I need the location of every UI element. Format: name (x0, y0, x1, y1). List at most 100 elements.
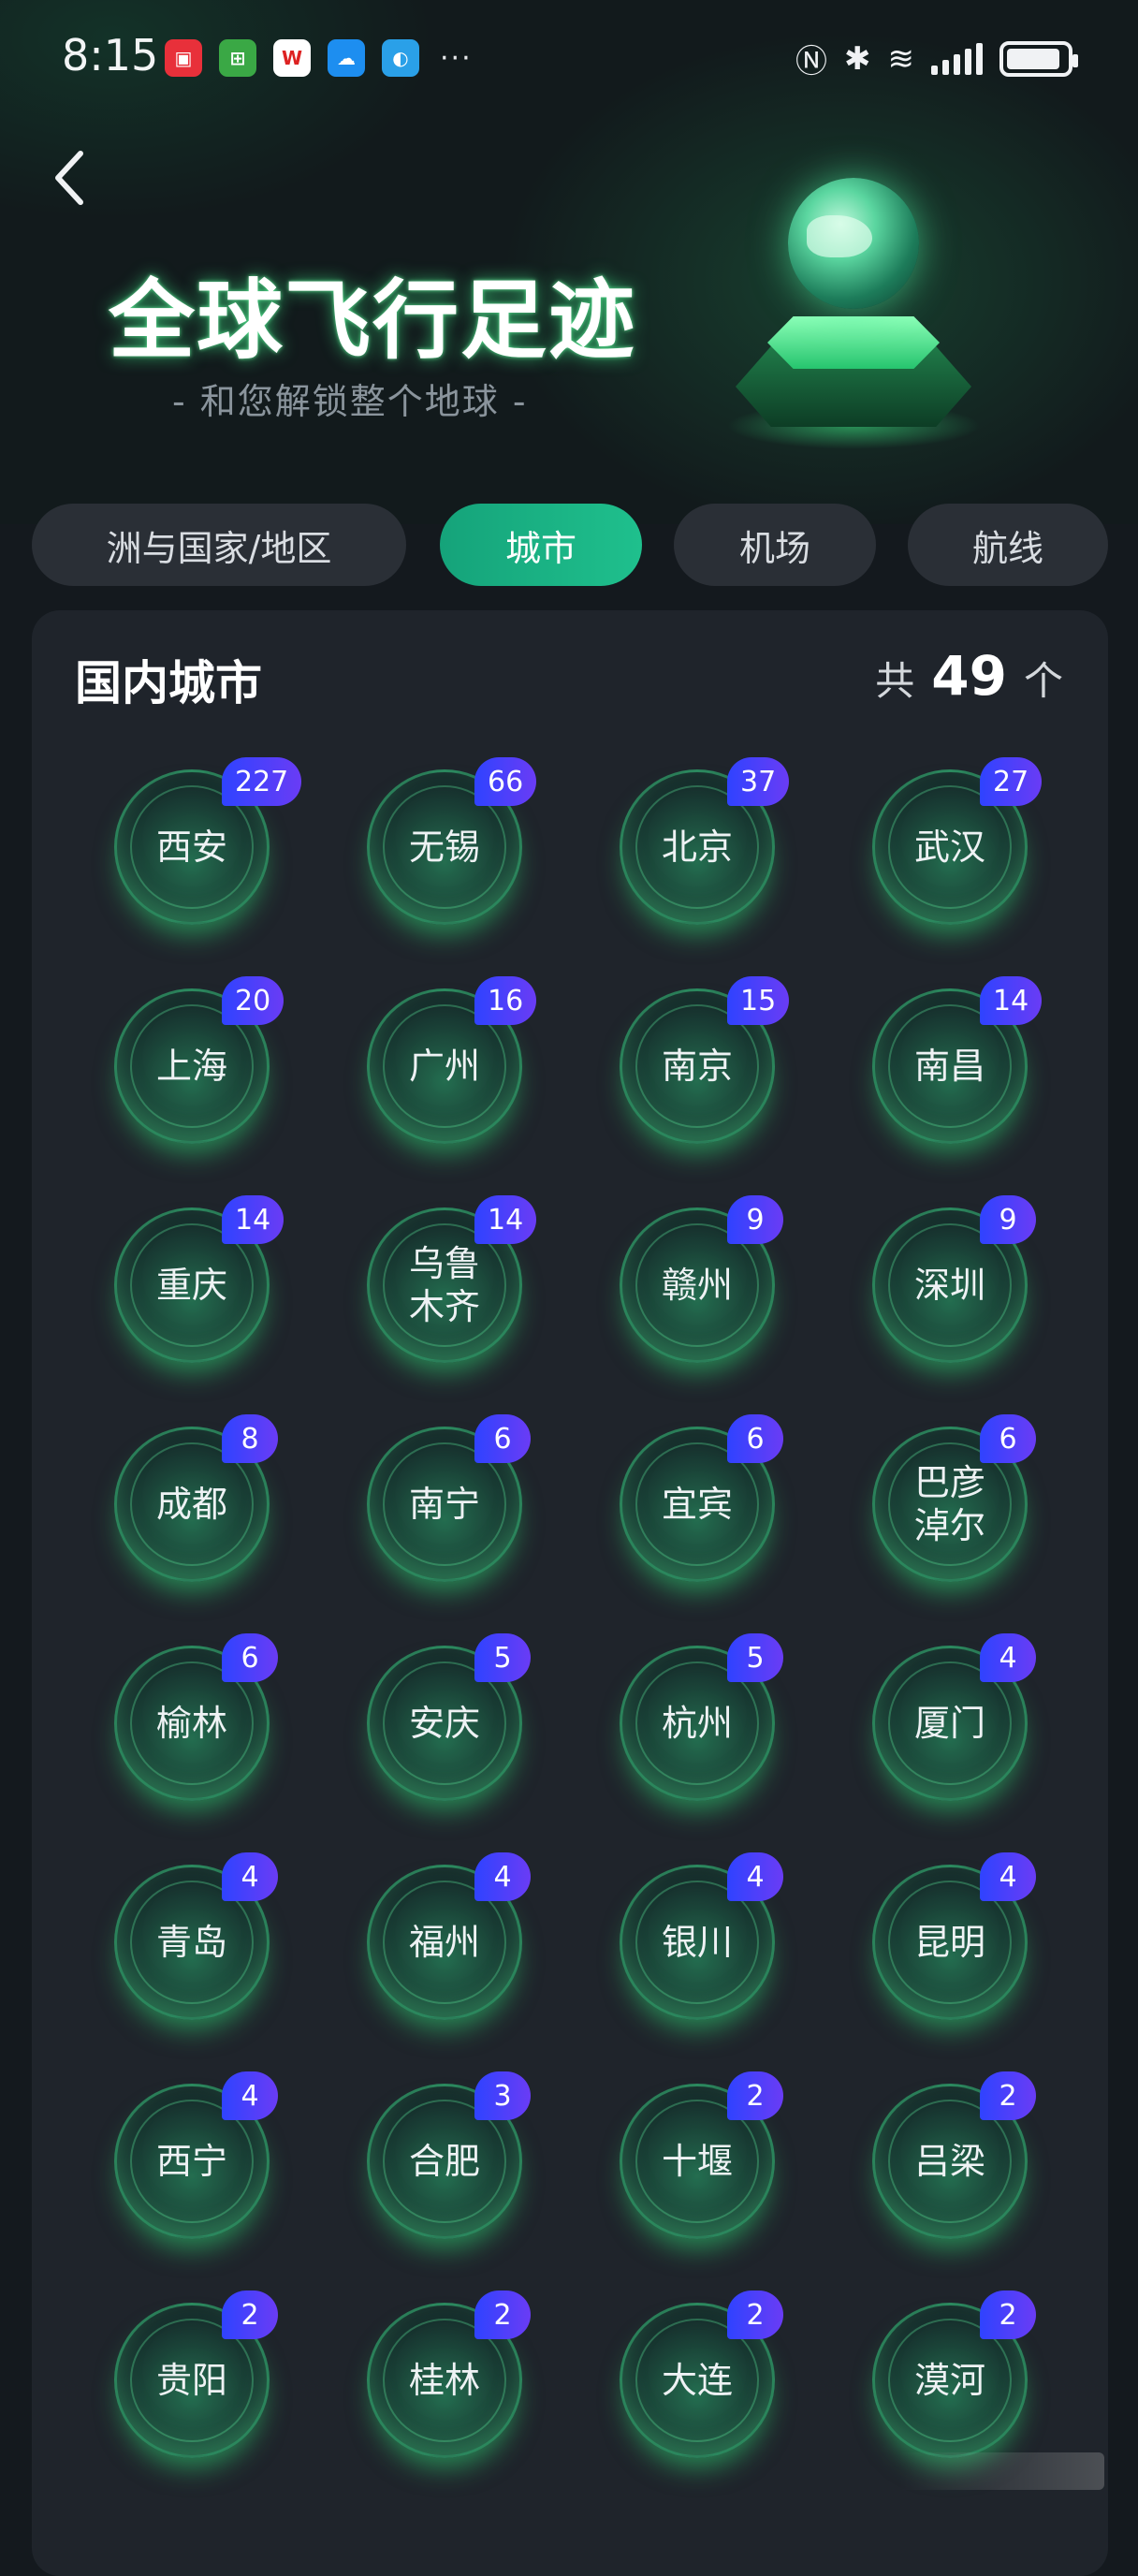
visit-count-badge: 2 (474, 2291, 531, 2339)
more-notifications: ··· (440, 41, 473, 75)
city-item[interactable]: 南昌 14 (872, 976, 1043, 1144)
city-item[interactable]: 无锡 66 (367, 757, 537, 925)
city-item[interactable]: 南京 15 (620, 976, 790, 1144)
city-item[interactable]: 银川 4 (620, 1852, 783, 2020)
city-name: 武汉 (913, 827, 985, 868)
visit-count-badge: 14 (980, 976, 1043, 1025)
city-item[interactable]: 武汉 27 (872, 757, 1043, 925)
count-suffix: 个 (1023, 658, 1063, 704)
city-name: 宜宾 (661, 1484, 733, 1525)
city-name: 无锡 (408, 827, 480, 868)
visit-count-badge: 27 (980, 757, 1043, 806)
visit-count-badge: 2 (727, 2071, 783, 2120)
city-item[interactable]: 福州 4 (367, 1852, 531, 2020)
city-item[interactable]: 广州 16 (367, 976, 537, 1144)
visit-count-badge: 6 (222, 1633, 278, 1682)
page-subtitle: - 和您解锁整个地球 - (172, 381, 528, 422)
city-item[interactable]: 上海 20 (114, 976, 284, 1144)
browser-icon: ◐ (382, 39, 419, 77)
city-item[interactable]: 西宁 4 (114, 2071, 278, 2239)
signal-icon (931, 42, 983, 75)
city-item[interactable]: 厦门 4 (872, 1633, 1036, 1801)
city-name: 榆林 (155, 1703, 227, 1744)
tab-routes[interactable]: 航线 (908, 504, 1108, 586)
page-title: 全球飞行足迹 (109, 271, 637, 371)
city-item[interactable]: 合肥 3 (367, 2071, 531, 2239)
city-item[interactable]: 桂林 2 (367, 2291, 531, 2458)
city-item[interactable]: 十堰 2 (620, 2071, 783, 2239)
city-item[interactable]: 榆林 6 (114, 1633, 278, 1801)
city-item[interactable]: 漠河 2 (872, 2291, 1036, 2458)
visit-count-badge: 227 (222, 757, 302, 806)
city-item[interactable]: 北京 37 (620, 757, 790, 925)
city-item[interactable]: 乌鲁木齐 14 (367, 1195, 537, 1363)
city-item[interactable]: 重庆 14 (114, 1195, 284, 1363)
watermark (898, 2452, 1104, 2490)
city-name: 吕梁 (913, 2141, 985, 2182)
city-name: 南京 (661, 1046, 733, 1087)
city-item[interactable]: 大连 2 (620, 2291, 783, 2458)
city-name: 杭州 (661, 1703, 733, 1744)
visit-count-badge: 4 (474, 1852, 531, 1901)
battery-level (1007, 48, 1059, 69)
city-name: 银川 (661, 1922, 733, 1963)
visit-count-badge: 4 (727, 1852, 783, 1901)
city-name: 广州 (408, 1046, 480, 1087)
city-item[interactable]: 南宁 6 (367, 1414, 531, 1582)
city-item[interactable]: 深圳 9 (872, 1195, 1036, 1363)
visit-count-badge: 2 (980, 2071, 1036, 2120)
visit-count-badge: 4 (980, 1852, 1036, 1901)
tab-cities[interactable]: 城市 (440, 504, 642, 586)
visit-count-badge: 2 (727, 2291, 783, 2339)
city-item[interactable]: 杭州 5 (620, 1633, 783, 1801)
city-count: 共 49 个 (875, 644, 1063, 708)
city-name: 重庆 (155, 1265, 227, 1306)
visit-count-badge: 5 (474, 1633, 531, 1682)
visit-count-badge: 6 (474, 1414, 531, 1463)
city-name: 乌鲁木齐 (408, 1243, 480, 1327)
city-name: 南昌 (913, 1046, 985, 1087)
city-item[interactable]: 贵阳 2 (114, 2291, 278, 2458)
city-name: 成都 (155, 1484, 227, 1525)
city-name: 巴彦淖尔 (913, 1462, 985, 1546)
back-button[interactable] (41, 150, 97, 206)
city-item[interactable]: 青岛 4 (114, 1852, 278, 2020)
bluetooth-icon: ✱ (844, 39, 871, 78)
city-name: 厦门 (913, 1703, 985, 1744)
visit-count-badge: 9 (727, 1195, 783, 1244)
city-name: 桂林 (408, 2360, 480, 2401)
visit-count-badge: 14 (222, 1195, 284, 1244)
city-name: 大连 (661, 2360, 733, 2401)
city-item[interactable]: 安庆 5 (367, 1633, 531, 1801)
city-item[interactable]: 昆明 4 (872, 1852, 1036, 2020)
city-item[interactable]: 宜宾 6 (620, 1414, 783, 1582)
city-item[interactable]: 赣州 9 (620, 1195, 783, 1363)
card-title: 国内城市 (75, 656, 262, 710)
visit-count-badge: 4 (222, 2071, 278, 2120)
city-item[interactable]: 西安 227 (114, 757, 302, 925)
city-item[interactable]: 吕梁 2 (872, 2071, 1036, 2239)
visit-count-badge: 66 (474, 757, 537, 806)
tab-continents-countries[interactable]: 洲与国家/地区 (32, 504, 406, 586)
domestic-cities-card: 国内城市 共 49 个 西安 227 无锡 66 北京 37 武汉 27 上海 20 广州 16 南京 1… (32, 610, 1108, 2576)
city-name: 赣州 (661, 1265, 733, 1306)
count-prefix: 共 (875, 658, 915, 704)
wps-icon: W (273, 39, 311, 77)
status-time: 8:15 (62, 30, 159, 80)
visit-count-badge: 4 (222, 1852, 278, 1901)
visit-count-badge: 4 (980, 1633, 1036, 1682)
count-value: 49 (931, 644, 1007, 708)
city-name: 深圳 (913, 1265, 985, 1306)
city-item[interactable]: 巴彦淖尔 6 (872, 1414, 1036, 1582)
city-item[interactable]: 成都 8 (114, 1414, 278, 1582)
system-icons: Ⓝ ✱ ≋ (795, 36, 1078, 81)
visit-count-badge: 15 (727, 976, 790, 1025)
city-name: 北京 (661, 827, 733, 868)
visit-count-badge: 16 (474, 976, 537, 1025)
green-app-icon: ⊞ (219, 39, 256, 77)
visit-count-badge: 9 (980, 1195, 1036, 1244)
battery-icon (999, 40, 1078, 77)
visit-count-badge: 2 (980, 2291, 1036, 2339)
visit-count-badge: 5 (727, 1633, 783, 1682)
tab-airports[interactable]: 机场 (674, 504, 876, 586)
